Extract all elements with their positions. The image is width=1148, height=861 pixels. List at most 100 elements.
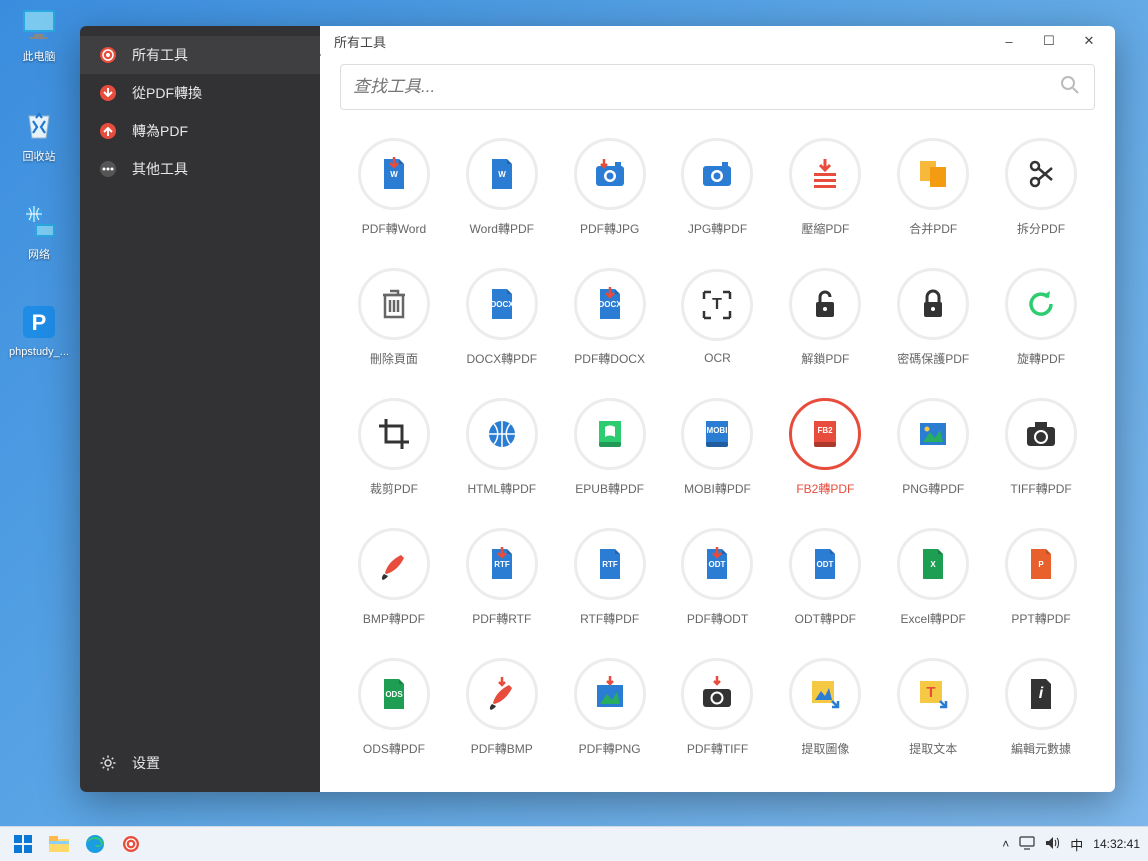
tool-ods[interactable]: ODSODS轉PDF <box>340 642 448 772</box>
globe-icon <box>483 415 521 453</box>
desktop-icon-label: 此电脑 <box>4 48 74 64</box>
tool-docx-down[interactable]: DOCXPDF轉DOCX <box>556 252 664 382</box>
tool-label: 提取文本 <box>909 740 957 757</box>
desktop-icon-recycle[interactable]: 回收站 <box>4 104 74 164</box>
sidebar-item-label: 其他工具 <box>132 159 188 179</box>
tool-odt-down[interactable]: ODT PDF轉ODT <box>664 512 772 642</box>
tool-circle: X <box>897 528 969 600</box>
tool-circle: DOCX <box>574 268 646 340</box>
sidebar-item-3[interactable]: 其他工具 <box>80 150 320 188</box>
tool-camera-down[interactable]: PDF轉JPG <box>556 122 664 252</box>
maximize-button[interactable]: ☐ <box>1029 27 1069 55</box>
word-icon: W <box>483 155 521 193</box>
tool-extract-text[interactable]: T 提取文本 <box>879 642 987 772</box>
merge-icon <box>914 155 952 193</box>
tool-compress[interactable]: 壓縮PDF <box>771 122 879 252</box>
svg-text:MOBI: MOBI <box>707 426 728 435</box>
tray-volume-icon[interactable] <box>1045 836 1060 853</box>
tool-unlock[interactable]: 解鎖PDF <box>771 252 879 382</box>
gear-icon <box>98 753 118 773</box>
tool-label: BMP轉PDF <box>363 610 425 627</box>
tool-label: PDF轉Word <box>362 220 426 237</box>
tool-excel[interactable]: X Excel轉PDF <box>879 512 987 642</box>
tool-fb2[interactable]: FB2FB2轉PDF <box>771 382 879 512</box>
tool-rotate[interactable]: 旋轉PDF <box>987 252 1095 382</box>
tool-label: ODT轉PDF <box>795 610 856 627</box>
desktop-icon-phpstudy[interactable]: Pphpstudy_... <box>4 302 74 358</box>
ocr-icon: T <box>698 286 736 324</box>
tool-word-down[interactable]: W PDF轉Word <box>340 122 448 252</box>
desktop-icon-monitor[interactable]: 此电脑 <box>4 4 74 64</box>
tool-tiff-cam[interactable]: TIFF轉PDF <box>987 382 1095 512</box>
camera-down-icon <box>591 155 629 193</box>
tool-tiff-down[interactable]: PDF轉TIFF <box>664 642 772 772</box>
tool-rtf[interactable]: RTF RTF轉PDF <box>556 512 664 642</box>
tool-label: JPG轉PDF <box>688 220 747 237</box>
tool-label: PDF轉BMP <box>471 740 533 757</box>
tool-extract-img[interactable]: 提取圖像 <box>771 642 879 772</box>
tool-label: RTF轉PDF <box>580 610 639 627</box>
tool-rtf-down[interactable]: RTFPDF轉RTF <box>448 512 556 642</box>
tool-circle: W <box>358 138 430 210</box>
svg-text:DOCX: DOCX <box>490 300 514 309</box>
tool-label: PDF轉ODT <box>687 610 748 627</box>
tool-brush[interactable]: BMP轉PDF <box>340 512 448 642</box>
tool-label: 密碼保護PDF <box>897 350 969 367</box>
tool-label: PDF轉TIFF <box>687 740 748 757</box>
lock-icon <box>914 285 952 323</box>
desktop-icon-label: phpstudy_... <box>4 346 74 358</box>
desktop-icon-label: 回收站 <box>4 148 74 164</box>
rtf-icon: RTF <box>591 545 629 583</box>
edge-button[interactable] <box>80 829 110 859</box>
sidebar-settings-label: 设置 <box>132 753 160 773</box>
tool-ppt[interactable]: PPPT轉PDF <box>987 512 1095 642</box>
tool-png[interactable]: PNG轉PDF <box>879 382 987 512</box>
sidebar-item-0[interactable]: 所有工具 <box>80 36 320 74</box>
tool-docx[interactable]: DOCXDOCX轉PDF <box>448 252 556 382</box>
svg-text:ODS: ODS <box>385 690 403 699</box>
explorer-button[interactable] <box>44 829 74 859</box>
tool-brush-down[interactable]: PDF轉BMP <box>448 642 556 772</box>
sidebar-settings[interactable]: 设置 <box>80 744 320 782</box>
tray-chevron-icon[interactable]: ˄ <box>1002 837 1009 851</box>
tray-ime[interactable]: 中 <box>1070 835 1083 854</box>
sidebar-item-2[interactable]: 轉為PDF <box>80 112 320 150</box>
sidebar-item-label: 轉為PDF <box>132 121 188 141</box>
close-button[interactable]: ✕ <box>1069 27 1109 55</box>
tool-globe[interactable]: HTML轉PDF <box>448 382 556 512</box>
tool-circle <box>897 138 969 210</box>
tool-circle <box>789 138 861 210</box>
tool-odt[interactable]: ODTODT轉PDF <box>771 512 879 642</box>
tool-label: Excel轉PDF <box>901 610 966 627</box>
tool-trash[interactable]: 刪除頁面 <box>340 252 448 382</box>
extract-text-icon: T <box>914 675 952 713</box>
app-taskbar-button[interactable] <box>116 829 146 859</box>
start-button[interactable] <box>8 829 38 859</box>
desktop-icon-network[interactable]: 网络 <box>4 202 74 262</box>
search-icon <box>1058 73 1082 102</box>
tool-metadata[interactable]: i編輯元數據 <box>987 642 1095 772</box>
tray-clock[interactable]: 14:32:41 <box>1093 837 1140 851</box>
tool-circle <box>358 398 430 470</box>
tool-png-down[interactable]: PDF轉PNG <box>556 642 664 772</box>
tool-mobi[interactable]: MOBIMOBI轉PDF <box>664 382 772 512</box>
tray-monitor-icon[interactable] <box>1019 836 1035 853</box>
tool-word[interactable]: WWord轉PDF <box>448 122 556 252</box>
tool-circle <box>789 268 861 340</box>
odt-down-icon: ODT <box>698 545 736 583</box>
tool-split[interactable]: 拆分PDF <box>987 122 1095 252</box>
extract-img-icon <box>806 675 844 713</box>
tool-merge[interactable]: 合并PDF <box>879 122 987 252</box>
minimize-button[interactable]: – <box>989 27 1029 55</box>
search-input[interactable] <box>353 77 1058 97</box>
tool-epub[interactable]: EPUB轉PDF <box>556 382 664 512</box>
tool-crop[interactable]: 裁剪PDF <box>340 382 448 512</box>
tool-circle: RTF <box>574 528 646 600</box>
sidebar-item-1[interactable]: 從PDF轉換 <box>80 74 320 112</box>
tool-circle: ODS <box>358 658 430 730</box>
tool-camera[interactable]: JPG轉PDF <box>664 122 772 252</box>
search-box[interactable] <box>340 64 1095 110</box>
tool-lock[interactable]: 密碼保護PDF <box>879 252 987 382</box>
tool-ocr[interactable]: TOCR <box>664 252 772 382</box>
tool-circle: DOCX <box>466 268 538 340</box>
